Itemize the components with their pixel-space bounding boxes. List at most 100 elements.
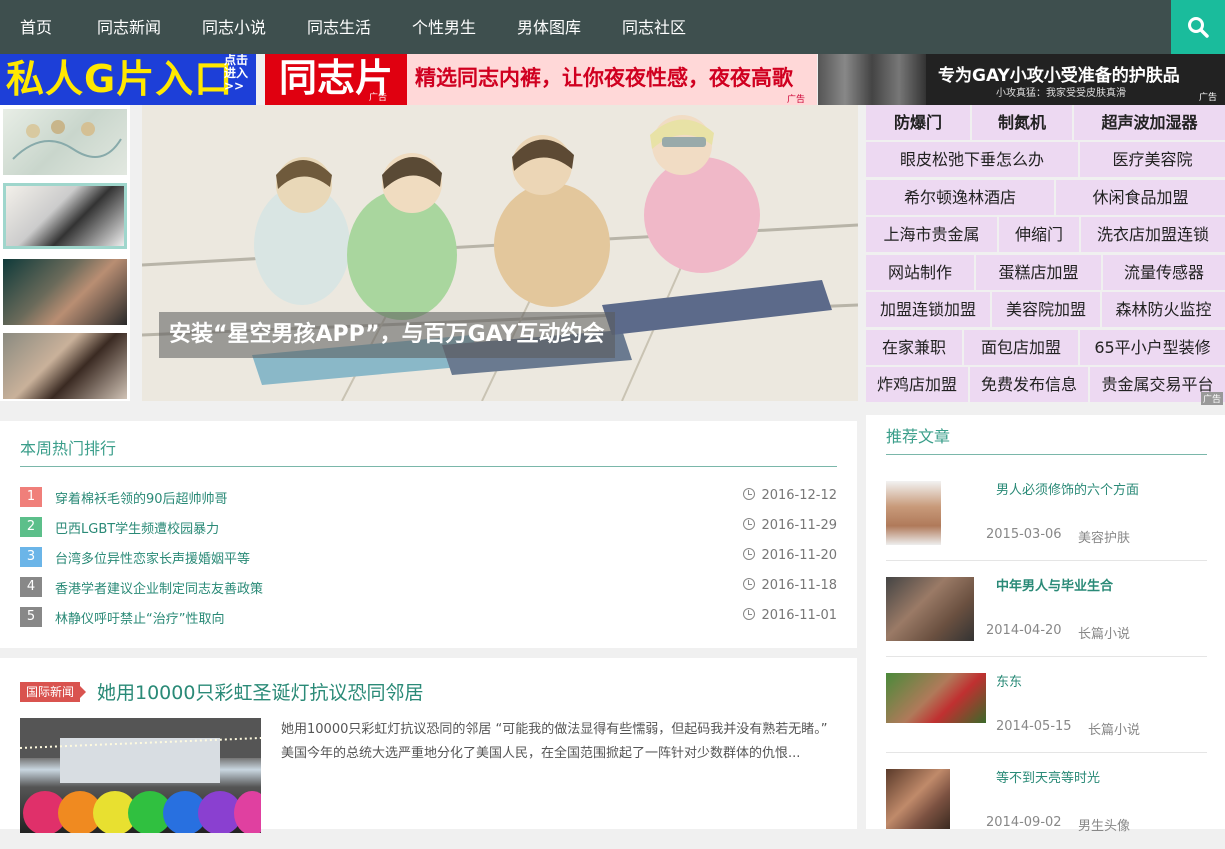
- rank-badge: 5: [20, 607, 42, 627]
- banner-b3-photo: [818, 54, 926, 105]
- list-item[interactable]: 3 台湾多位异性恋家长声援婚姻平等 2016-11-20: [20, 547, 837, 567]
- list-item-date: 2016-12-12: [743, 488, 837, 503]
- ad-link[interactable]: 炸鸡店加盟: [866, 367, 968, 402]
- article-image[interactable]: [20, 718, 261, 833]
- list-item-title[interactable]: 穿着棉袄毛领的90后超帅帅哥: [55, 488, 228, 507]
- thumbnail-1[interactable]: [3, 109, 127, 175]
- recommended-item-category[interactable]: 长篇小说: [1078, 623, 1130, 642]
- banner-private-videos[interactable]: 私人G片入口 点击进入>>: [0, 54, 256, 105]
- list-item[interactable]: 5 林静仪呼吁禁止“治疗”性取向 2016-11-01: [20, 607, 837, 627]
- ad-link[interactable]: 眼皮松弛下垂怎么办: [866, 142, 1078, 177]
- list-item[interactable]: 2 巴西LGBT学生频遭校园暴力 2016-11-29: [20, 517, 837, 537]
- nav-item-community[interactable]: 同志社区: [622, 0, 686, 54]
- ad-link[interactable]: 森林防火监控: [1102, 292, 1225, 327]
- ad-link[interactable]: 美容院加盟: [992, 292, 1100, 327]
- ad-link[interactable]: 洗衣店加盟连锁: [1081, 217, 1225, 252]
- slider-thumbnails: [0, 105, 130, 401]
- ad-link[interactable]: 上海市贵金属: [866, 217, 997, 252]
- ad-link[interactable]: 网站制作: [866, 255, 974, 290]
- banner-b3-title: 专为GAY小攻小受准备的护肤品: [938, 66, 1180, 86]
- clock-icon: [743, 578, 756, 590]
- nav-item-gallery[interactable]: 男体图库: [517, 0, 581, 54]
- recommended-thumbnail[interactable]: [886, 769, 950, 829]
- recommended-item-category[interactable]: 男生头像: [1078, 815, 1130, 834]
- category-tag[interactable]: 国际新闻: [20, 682, 87, 702]
- article-title[interactable]: 她用10000只彩虹圣诞灯抗议恐同邻居: [97, 678, 423, 705]
- list-item[interactable]: 中年男人与毕业生合 2014-04-20 长篇小说: [886, 561, 1207, 657]
- rank-badge: 2: [20, 517, 42, 537]
- list-item-date: 2016-11-29: [743, 518, 837, 533]
- recommended-thumbnail[interactable]: [886, 481, 941, 545]
- slider-caption[interactable]: 安装“星空男孩APP”，与百万GAY互动约会: [159, 312, 615, 358]
- article-excerpt: 她用10000只彩虹灯抗议恐同的邻居 “可能我的做法显得有些懦弱，但起码我并没有…: [281, 722, 828, 761]
- ad-link[interactable]: 蛋糕店加盟: [976, 255, 1101, 290]
- ad-label: 广告: [1198, 93, 1217, 103]
- nav-item-boys[interactable]: 个性男生: [412, 0, 476, 54]
- rank-badge: 3: [20, 547, 42, 567]
- banner-skincare-ad[interactable]: 专为GAY小攻小受准备的护肤品 小攻真猛：我家受受皮肤真滑 广告: [818, 54, 1225, 105]
- divider: [886, 454, 1207, 455]
- list-item[interactable]: 1 穿着棉袄毛领的90后超帅帅哥 2016-12-12: [20, 487, 837, 507]
- banner-underwear-ad[interactable]: 同志片 广告 精选同志内裤，让你夜夜性感，夜夜高歌 广告: [265, 54, 817, 105]
- ad-row: 上海市贵金属 伸缩门 洗衣店加盟连锁: [866, 217, 1225, 254]
- nav-item-life[interactable]: 同志生活: [307, 0, 371, 54]
- hot-weekly-title: 本周热门排行: [20, 439, 117, 458]
- ad-link[interactable]: 制氮机: [972, 105, 1072, 140]
- ad-link[interactable]: 加盟连锁加盟: [866, 292, 990, 327]
- clock-icon: [743, 548, 756, 560]
- nav-item-novels[interactable]: 同志小说: [202, 0, 266, 54]
- ad-link[interactable]: 防爆门: [866, 105, 970, 140]
- search-icon: [1188, 17, 1209, 38]
- thumbnail-3[interactable]: [3, 259, 127, 325]
- banner-b3-sub: 小攻真猛：我家受受皮肤真滑: [996, 88, 1126, 99]
- list-item[interactable]: 等不到天亮等时光 2014-09-02 男生头像: [886, 753, 1207, 849]
- recommended-thumbnail[interactable]: [886, 673, 986, 723]
- recommended-panel: 推荐文章 男人必须修饰的六个方面 2015-03-06 美容护肤 中年男人与毕业…: [866, 415, 1225, 834]
- rank-badge: 4: [20, 577, 42, 597]
- ad-link[interactable]: 面包店加盟: [964, 330, 1078, 365]
- list-item-title[interactable]: 香港学者建议企业制定同志友善政策: [55, 578, 263, 597]
- list-item-title[interactable]: 林静仪呼吁禁止“治疗”性取向: [55, 608, 224, 627]
- clock-icon: [743, 608, 756, 620]
- ad-link[interactable]: 在家兼职: [866, 330, 962, 365]
- ad-row: 眼皮松弛下垂怎么办 医疗美容院: [866, 142, 1225, 179]
- thumbnail-4[interactable]: [3, 333, 127, 399]
- list-item[interactable]: 男人必须修饰的六个方面 2015-03-06 美容护肤: [886, 465, 1207, 561]
- ad-link[interactable]: 休闲食品加盟: [1056, 180, 1225, 215]
- recommended-item-title[interactable]: 等不到天亮等时光: [996, 767, 1100, 786]
- recommended-thumbnail[interactable]: [886, 577, 974, 641]
- rainbow-lights-image: [20, 718, 261, 833]
- rank-badge: 1: [20, 487, 42, 507]
- ad-link[interactable]: 超声波加湿器: [1074, 105, 1225, 140]
- recommended-item-title[interactable]: 东东: [996, 671, 1022, 690]
- search-button[interactable]: [1171, 0, 1225, 54]
- recommended-item-title[interactable]: 中年男人与毕业生合: [996, 575, 1113, 594]
- ad-link[interactable]: 医疗美容院: [1080, 142, 1225, 177]
- list-item-title[interactable]: 台湾多位异性恋家长声援婚姻平等: [55, 548, 250, 567]
- recommended-item-date: 2014-09-02: [986, 815, 1062, 830]
- ad-link[interactable]: 流量传感器: [1103, 255, 1225, 290]
- top-nav: 首页 同志新闻 同志小说 同志生活 个性男生 男体图库 同志社区: [0, 0, 1225, 54]
- thumbnail-2[interactable]: [3, 183, 127, 249]
- ad-link[interactable]: 免费发布信息: [970, 367, 1088, 402]
- list-item[interactable]: 东东 2014-05-15 长篇小说: [886, 657, 1207, 753]
- recommended-item-date: 2015-03-06: [986, 527, 1062, 542]
- hero-slider[interactable]: 安装“星空男孩APP”，与百万GAY互动约会: [142, 105, 858, 401]
- list-item[interactable]: 4 香港学者建议企业制定同志友善政策 2016-11-18: [20, 577, 837, 597]
- ad-link[interactable]: 希尔顿逸林酒店: [866, 180, 1054, 215]
- nav-item-news[interactable]: 同志新闻: [97, 0, 161, 54]
- ad-link[interactable]: 伸缩门: [999, 217, 1079, 252]
- recommended-item-category[interactable]: 长篇小说: [1088, 719, 1140, 738]
- recommended-item-title[interactable]: 男人必须修饰的六个方面: [996, 479, 1139, 498]
- nav-item-home[interactable]: 首页: [20, 0, 52, 54]
- recommended-item-date: 2014-04-20: [986, 623, 1062, 638]
- recommended-item-category[interactable]: 美容护肤: [1078, 527, 1130, 546]
- ad-link[interactable]: 65平小户型装修: [1080, 330, 1225, 365]
- ad-row: 炸鸡店加盟 免费发布信息 贵金属交易平台: [866, 367, 1225, 404]
- ad-row: 希尔顿逸林酒店 休闲食品加盟: [866, 180, 1225, 217]
- clock-icon: [743, 488, 756, 500]
- list-item-title[interactable]: 巴西LGBT学生频遭校园暴力: [55, 518, 219, 537]
- hot-weekly-panel: 本周热门排行 1 穿着棉袄毛领的90后超帅帅哥 2016-12-12 2 巴西L…: [0, 421, 857, 648]
- ad-row: 网站制作 蛋糕店加盟 流量传感器: [866, 255, 1225, 292]
- clock-icon: [743, 518, 756, 530]
